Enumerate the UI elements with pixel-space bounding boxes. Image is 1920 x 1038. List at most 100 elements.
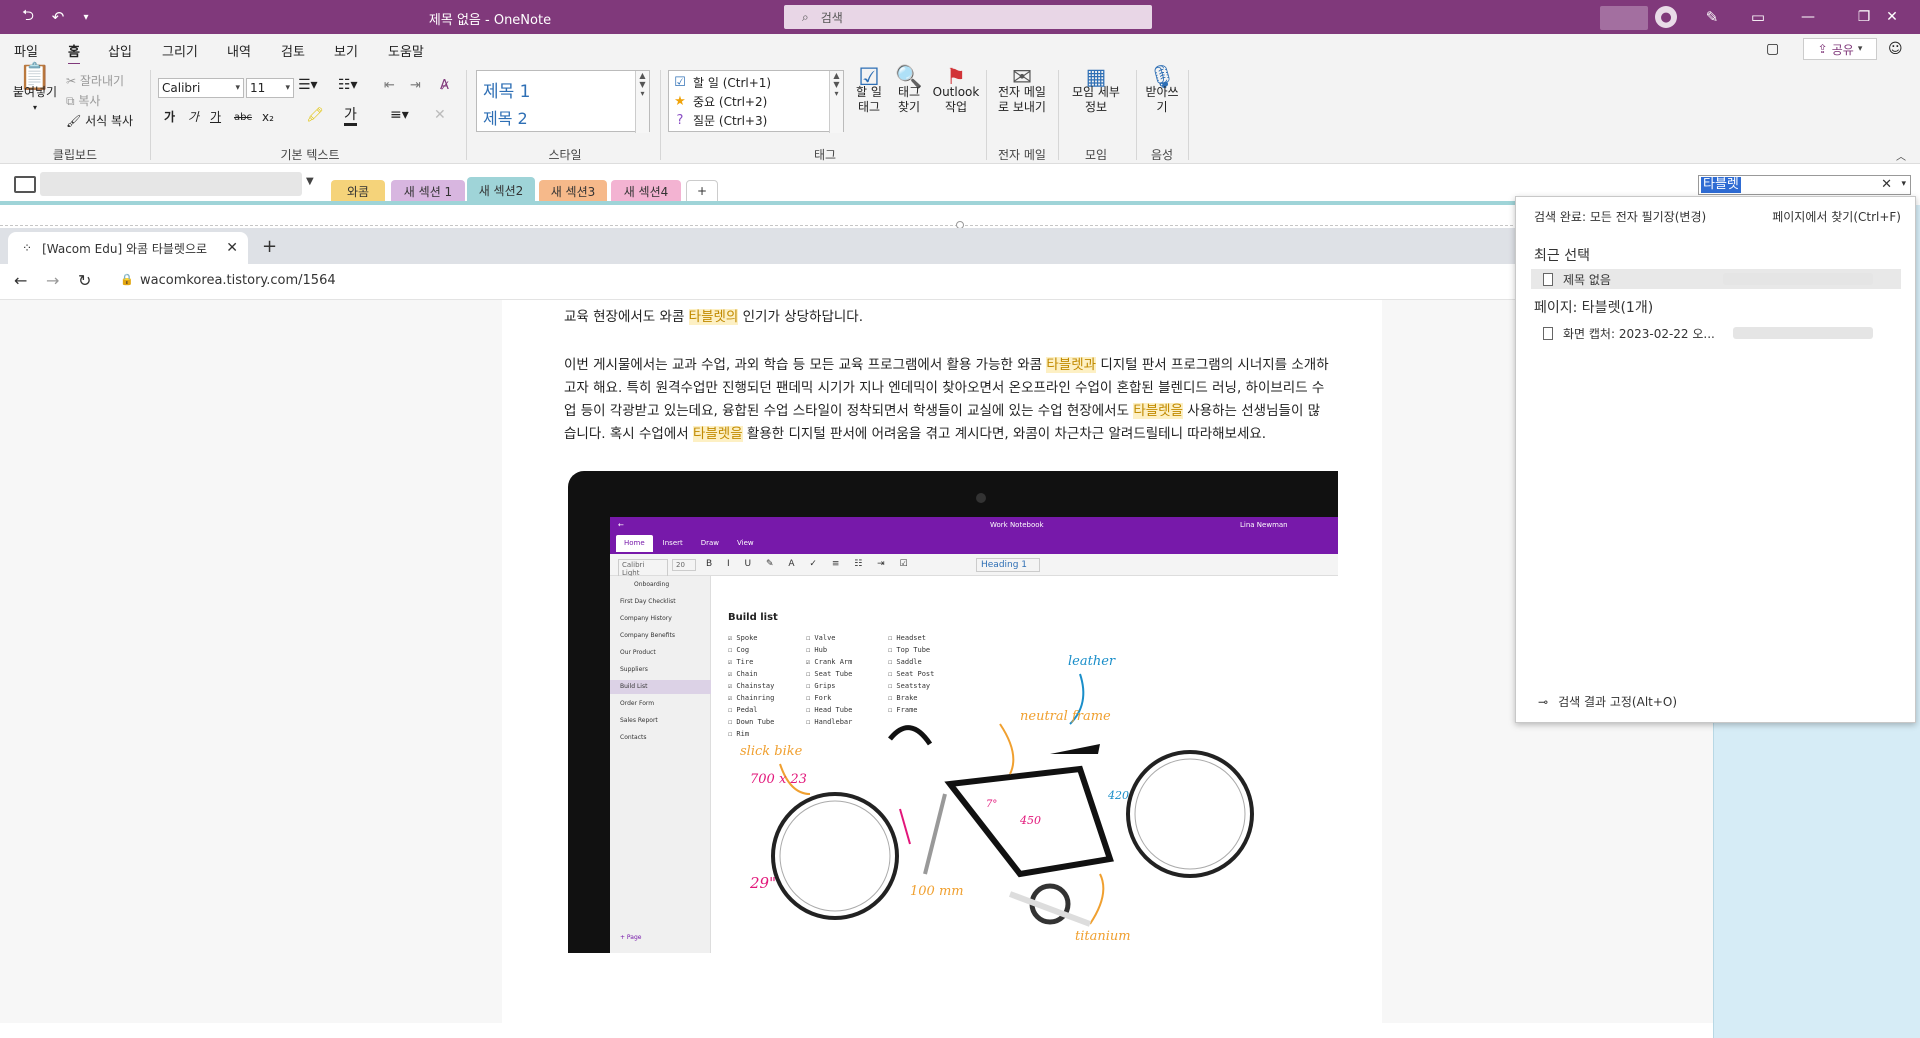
ribbon-separator xyxy=(660,70,661,160)
forward-arrow-icon[interactable]: → xyxy=(46,271,59,290)
styles-gallery[interactable]: 제목 1 제목 2 ▲ ▼ ▾ xyxy=(476,70,650,133)
menu-file[interactable]: 파일 xyxy=(14,41,38,60)
clear-search-icon[interactable]: ✕ xyxy=(1881,177,1892,192)
section-tab-new-2[interactable]: 새 섹션2 xyxy=(467,177,535,203)
browser-tab-bar: ⁘ [Wacom Edu] 와콤 타블렛으로 ✕ + xyxy=(0,228,1713,264)
font-name-combo[interactable]: Calibri ▾ xyxy=(158,78,244,98)
font-color-icon[interactable]: 가 xyxy=(344,108,357,126)
find-tags-icon: 🔍 xyxy=(895,65,923,90)
page-results-heading: 페이지: 타블렛(1개) xyxy=(1534,300,1654,316)
numbering-icon[interactable]: ☷▾ xyxy=(338,78,358,93)
ribbon: 📋 붙여넣기 ▾ ✂ 잘라내기 ⧉ 복사 🖌 서식 복사 클립보드 Calibr… xyxy=(0,64,1920,164)
italic-button[interactable]: 가 xyxy=(188,110,199,125)
align-icon[interactable]: ≡▾ xyxy=(390,108,409,123)
font-size-combo[interactable]: 11 ▾ xyxy=(246,78,294,98)
email-group-label: 전자 메일 xyxy=(998,148,1046,162)
collapse-ribbon-icon[interactable]: ︿ xyxy=(1896,148,1906,163)
menu-help[interactable]: 도움말 xyxy=(388,41,424,60)
back-icon[interactable]: ⮌ xyxy=(16,5,40,29)
browser-tab-title: [Wacom Edu] 와콤 타블렛으로 xyxy=(42,241,208,256)
article-margin-left xyxy=(0,300,502,1023)
bold-button[interactable]: 가 xyxy=(164,110,175,125)
minimize-button[interactable]: — xyxy=(1780,0,1836,34)
menu-view[interactable]: 보기 xyxy=(334,41,358,60)
strikethrough-button[interactable]: abc xyxy=(234,110,252,125)
tag-question[interactable]: ? 질문 (Ctrl+3) xyxy=(673,112,768,129)
tags-gallery[interactable]: ☑ 할 일 (Ctrl+1) ★ 중요 (Ctrl+2) ? 질문 (Ctrl+3) … xyxy=(668,70,844,133)
titanium-arrow xyxy=(1089,873,1105,925)
tag-todo[interactable]: ☑ 할 일 (Ctrl+1) xyxy=(673,74,771,91)
section-tab-new-3[interactable]: 새 섹션3 xyxy=(539,180,607,202)
display-options-icon[interactable]: ▭ xyxy=(1746,5,1770,29)
email-page-button[interactable]: ✉ 전자 메일로 보내기 xyxy=(994,65,1050,115)
font-size-value: 11 xyxy=(250,81,266,95)
todo-tag-button[interactable]: ☑ 할 일 태그 xyxy=(852,65,886,115)
add-section-button[interactable]: + xyxy=(686,180,718,202)
styles-scroll[interactable]: ▲ ▼ ▾ xyxy=(635,71,649,133)
basic-text-group-label: 기본 텍스트 xyxy=(280,148,340,162)
tags-scroll[interactable]: ▲ ▼ ▾ xyxy=(829,71,843,133)
undo-icon[interactable]: ↶ xyxy=(46,5,70,29)
section-tab-new-4[interactable]: 새 섹션4 xyxy=(611,180,681,202)
style-heading-2[interactable]: 제목 2 xyxy=(483,105,528,129)
cut-button[interactable]: ✂ 잘라내기 xyxy=(66,72,124,89)
underline-button[interactable]: 가 xyxy=(210,110,221,125)
inner-page: Our Product xyxy=(620,649,656,656)
search-box[interactable]: ⌕ 검색 xyxy=(784,5,1152,29)
inner-section: Onboarding xyxy=(634,581,670,588)
outlook-tasks-button[interactable]: ⚑ Outlook 작업 xyxy=(932,65,980,115)
bullets-icon[interactable]: ☰▾ xyxy=(298,78,318,93)
decrease-indent-icon[interactable]: ⇤ xyxy=(384,78,395,93)
feedback-icon[interactable]: ☺ xyxy=(1888,41,1903,57)
browser-tab[interactable]: ⁘ [Wacom Edu] 와콤 타블렛으로 ✕ xyxy=(8,232,248,264)
menu-history[interactable]: 내역 xyxy=(227,41,251,60)
find-input[interactable]: 타블렛 ✕ ▾ xyxy=(1698,175,1911,195)
subscript-button[interactable]: x₂ xyxy=(262,110,274,125)
delete-icon[interactable]: ✕ xyxy=(434,108,446,123)
copy-button[interactable]: ⧉ 복사 xyxy=(66,92,100,109)
inner-page: First Day Checklist xyxy=(620,598,676,605)
menu-review[interactable]: 검토 xyxy=(281,41,305,60)
search-scope-status[interactable]: 검색 완료: 모든 전자 필기장(변경) xyxy=(1534,208,1706,225)
section-tab-new-1[interactable]: 새 섹션 1 xyxy=(391,180,465,202)
menu-draw[interactable]: 그리기 xyxy=(162,41,198,60)
notebook-name-blurred[interactable] xyxy=(40,172,302,196)
flag-icon: ⚑ xyxy=(946,65,966,90)
find-tags-button[interactable]: 🔍 태그 찾기 xyxy=(892,65,926,115)
find-on-page-link[interactable]: 페이지에서 찾기(Ctrl+F) xyxy=(1772,208,1901,225)
menu-insert[interactable]: 삽입 xyxy=(108,41,132,60)
chevron-down-icon[interactable]: ▼ xyxy=(306,176,314,187)
close-button[interactable]: ✕ xyxy=(1864,0,1920,34)
back-arrow-icon[interactable]: ← xyxy=(14,271,27,290)
dictate-label: 받아쓰기 xyxy=(1145,85,1179,114)
chevron-down-icon[interactable]: ▾ xyxy=(1901,179,1906,189)
article-line: 고자 해요. 특히 원격수업만 진행되던 팬데믹 시기가 지나 엔데믹이 찾아오… xyxy=(564,377,1344,400)
recent-result-item[interactable]: 제목 없음 xyxy=(1531,269,1901,289)
inner-page-selected: Build List xyxy=(610,680,711,694)
section-tab-wacom[interactable]: 와콤 xyxy=(331,180,385,202)
pen-icon[interactable]: ✎ xyxy=(1700,5,1724,29)
share-button[interactable]: ⇪ 공유 ▾ xyxy=(1803,38,1877,60)
notebook-list-icon[interactable]: ▢ xyxy=(1766,41,1779,57)
notebook-icon[interactable] xyxy=(14,176,36,193)
reload-icon[interactable]: ↻ xyxy=(78,271,91,290)
style-heading-1[interactable]: 제목 1 xyxy=(483,77,531,102)
highlighter-icon[interactable]: 🖍 xyxy=(306,108,324,123)
increase-indent-icon[interactable]: ⇥ xyxy=(410,78,421,93)
paste-button[interactable]: 📋 붙여넣기 ▾ xyxy=(8,64,62,115)
meeting-details-button[interactable]: ▦ 모임 세부 정보 xyxy=(1066,67,1126,115)
clear-formatting-icon[interactable]: A̷ xyxy=(440,78,449,93)
inner-toolbar: Calibri Light 20 B I U ✎ A ✓ ≡ ☷ ⇥ ☑ Hea… xyxy=(610,554,1338,579)
pin-icon: ⊸ xyxy=(1538,694,1549,709)
avatar[interactable]: ● xyxy=(1655,6,1677,28)
page-result-item[interactable]: 화면 캡처: 2023-02-22 오... xyxy=(1531,323,1901,343)
tag-important[interactable]: ★ 중요 (Ctrl+2) xyxy=(673,93,767,110)
close-tab-icon[interactable]: ✕ xyxy=(226,240,238,256)
pin-search-results[interactable]: ⊸ 검색 결과 고정(Alt+O) xyxy=(1538,693,1677,710)
dictate-button[interactable]: 🎙 받아쓰기 xyxy=(1144,67,1180,115)
customize-qat-icon[interactable]: ▾ xyxy=(74,5,98,29)
new-tab-icon[interactable]: + xyxy=(262,236,277,257)
url-text[interactable]: wacomkorea.tistory.com/1564 xyxy=(140,273,336,288)
format-painter-button[interactable]: 🖌 서식 복사 xyxy=(66,112,133,129)
menu-home[interactable]: 홈 xyxy=(68,41,80,65)
